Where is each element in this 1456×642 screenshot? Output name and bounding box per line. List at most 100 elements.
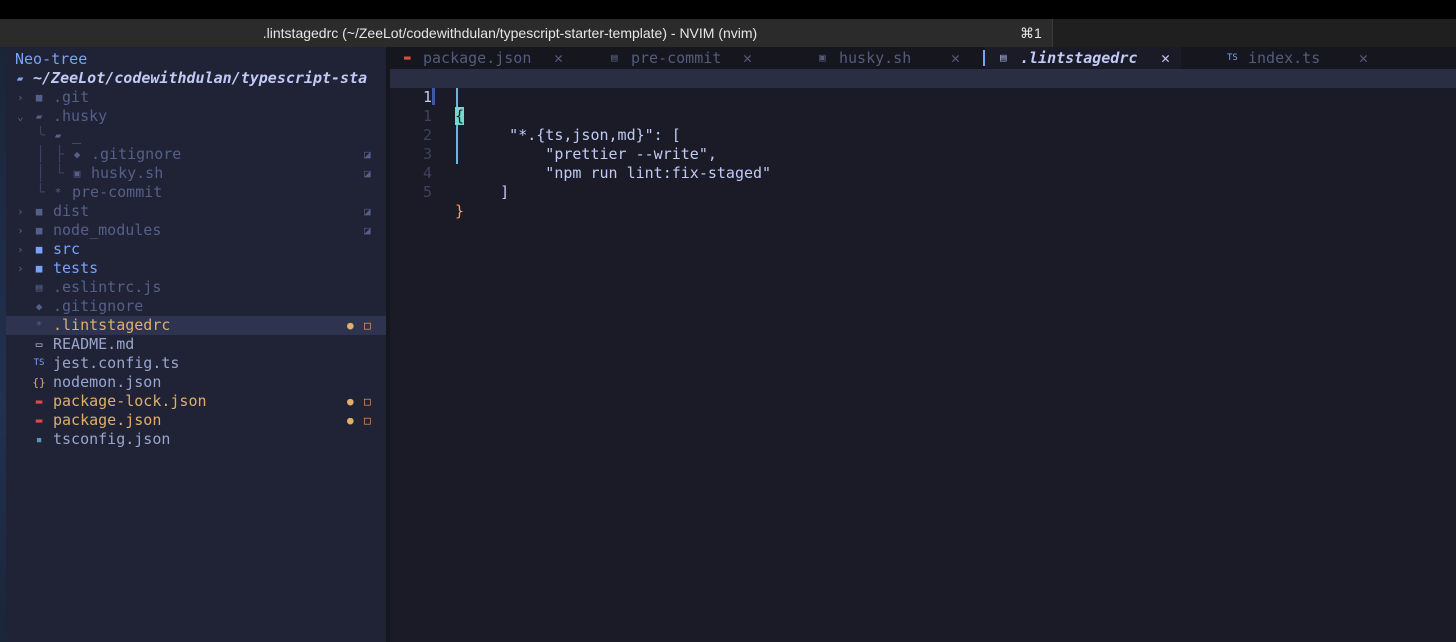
tree-item-git[interactable]: › ■ .git [6, 88, 386, 107]
tree-item-gitignore[interactable]: ◆ .gitignore [6, 297, 386, 316]
tree-item-pre-commit[interactable]: └ * pre-commit [6, 183, 386, 202]
folder-open-icon: ▰ [16, 72, 24, 85]
modified-dot-icon: ● [347, 319, 354, 332]
tab-husky-sh[interactable]: ▣ husky.sh ✕ [783, 47, 983, 69]
terminal-icon: ▣ [819, 51, 826, 64]
close-icon[interactable]: ✕ [951, 47, 960, 69]
asterisk-icon: * [54, 186, 62, 199]
folder-icon: ■ [35, 91, 43, 104]
typescript-icon: TS [33, 358, 45, 368]
tab-label: pre-commit [631, 49, 722, 67]
code-text: ] [455, 183, 510, 201]
close-icon[interactable]: ✕ [1359, 47, 1368, 69]
git-icon: ◆ [73, 148, 81, 161]
tree-item-husky-gitignore[interactable]: │ ├ ◆ .gitignore ◪ [6, 145, 386, 164]
tree-item-label: _ [72, 126, 82, 144]
ignored-icon: ◪ [364, 224, 371, 237]
tree-item-nodemon[interactable]: {} nodemon.json [6, 373, 386, 392]
tree-item-label: .husky [53, 107, 108, 125]
tab-package-json[interactable]: ▬ package.json ✕ [390, 47, 583, 69]
folder-icon: ■ [35, 243, 43, 256]
tree-item-husky[interactable]: ⌄ ▰ .husky [6, 107, 386, 126]
tree-item-tests[interactable]: › ■ tests [6, 259, 386, 278]
tree-item-node-modules[interactable]: › ■ node_modules ◪ [6, 221, 386, 240]
tree-item-dist[interactable]: › ■ dist ◪ [6, 202, 386, 221]
ignored-icon: ◪ [364, 148, 371, 161]
tree-item-underscore[interactable]: ╰ ▰ _ [6, 126, 386, 145]
tree-item-label: nodemon.json [53, 373, 162, 391]
folder-open-icon: ▰ [54, 129, 62, 142]
tab-label: index.ts [1248, 49, 1321, 67]
chevron-right-icon: › [17, 262, 24, 275]
code-line: 3 "npm run lint:fix-staged" [390, 126, 1456, 182]
npm-icon: ▬ [35, 414, 43, 427]
tree-guide: └ [36, 183, 46, 201]
tree-item-lintstagedrc[interactable]: * .lintstagedrc ● □ [6, 316, 386, 335]
tree-item-jest-config[interactable]: TS jest.config.ts [6, 354, 386, 373]
line-number: 5 [422, 183, 432, 201]
tab-lintstagedrc[interactable]: ▤ .lintstagedrc ✕ [985, 47, 1181, 69]
tree-item-tsconfig[interactable]: ▪ tsconfig.json [6, 430, 386, 449]
folder-icon: ■ [35, 224, 43, 237]
close-icon[interactable]: ✕ [743, 47, 752, 69]
tree-root[interactable]: ▰ ~/ZeeLot/codewithdulan/typescript-sta [6, 69, 386, 88]
tree-item-label: tsconfig.json [53, 430, 171, 448]
titlebar-empty-area [1052, 19, 1456, 47]
npm-icon: ▬ [404, 51, 411, 64]
ignored-icon: ◪ [364, 167, 371, 180]
buffer-tabline: ▬ package.json ✕ ▤ pre-commit ✕ ▣ husky.… [390, 47, 1456, 69]
window-shortcut: ⌘1 [1020, 25, 1042, 41]
tree-guide: ╰ [36, 126, 46, 144]
git-modified-icon: □ [364, 395, 371, 408]
root-path: ~/ZeeLot/codewithdulan/typescript-sta [33, 69, 368, 87]
chevron-right-icon: › [17, 205, 24, 218]
git-modified-icon: □ [364, 414, 371, 427]
tree-item-label: README.md [53, 335, 135, 353]
tree-guide: │ [36, 145, 46, 163]
tsconfig-icon: ▪ [35, 433, 43, 446]
tree-item-src[interactable]: › ■ src [6, 240, 386, 259]
tab-index-ts[interactable]: TS index.ts ✕ [1181, 47, 1381, 69]
tree-item-label: .git [53, 88, 90, 106]
chevron-down-icon: ⌄ [17, 110, 24, 123]
tree-item-husky-sh[interactable]: │ └ ▣ husky.sh ◪ [6, 164, 386, 183]
modified-dot-icon: ● [347, 414, 354, 427]
close-icon[interactable]: ✕ [1161, 47, 1170, 69]
chevron-right-icon: › [17, 243, 24, 256]
git-icon: ◆ [35, 300, 43, 313]
tree-guide: ├ [55, 145, 65, 163]
close-icon[interactable]: ✕ [554, 47, 563, 69]
tree-item-package-json[interactable]: ▬ package.json ● □ [6, 411, 386, 430]
tree-item-label: jest.config.ts [53, 354, 180, 372]
json-icon: {} [32, 376, 46, 389]
neo-tree-sidebar: Neo-tree ▰ ~/ZeeLot/codewithdulan/typesc… [6, 47, 386, 642]
terminal-icon: ▣ [73, 167, 81, 180]
asterisk-icon: * [35, 319, 43, 332]
tree-item-readme[interactable]: ▭ README.md [6, 335, 386, 354]
markdown-icon: ▭ [35, 338, 43, 351]
tree-item-label: src [53, 240, 81, 258]
git-modified-icon: □ [364, 319, 371, 332]
window-title: .lintstagedrc (~/ZeeLot/codewithdulan/ty… [262, 25, 758, 41]
tree-item-eslintrc[interactable]: ▤ .eslintrc.js [6, 278, 386, 297]
editor-pane[interactable]: 1 { 1 "*.{ts,json,md}": [ 2 "prettier --… [390, 69, 1456, 642]
ignored-icon: ◪ [364, 205, 371, 218]
tree-item-package-lock[interactable]: ▬ package-lock.json ● □ [6, 392, 386, 411]
tab-pre-commit[interactable]: ▤ pre-commit ✕ [583, 47, 783, 69]
folder-open-icon: ▰ [35, 110, 43, 123]
eslint-icon: ▤ [35, 281, 43, 294]
tree-item-label: .gitignore [53, 297, 144, 315]
code-line: 5 } [390, 164, 1456, 220]
code-text: } [455, 202, 465, 220]
tree-item-label: node_modules [53, 221, 162, 239]
tree-item-label: husky.sh [91, 164, 164, 182]
tab-label: .lintstagedrc [1020, 49, 1138, 67]
folder-icon: ■ [35, 205, 43, 218]
folder-icon: ■ [35, 262, 43, 275]
tree-item-label: package.json [53, 411, 162, 429]
tree-item-label: dist [53, 202, 90, 220]
tree-item-label: pre-commit [72, 183, 163, 201]
file-icon: ▤ [611, 51, 618, 64]
menu-bar [0, 0, 1456, 19]
modified-dot-icon: ● [347, 395, 354, 408]
